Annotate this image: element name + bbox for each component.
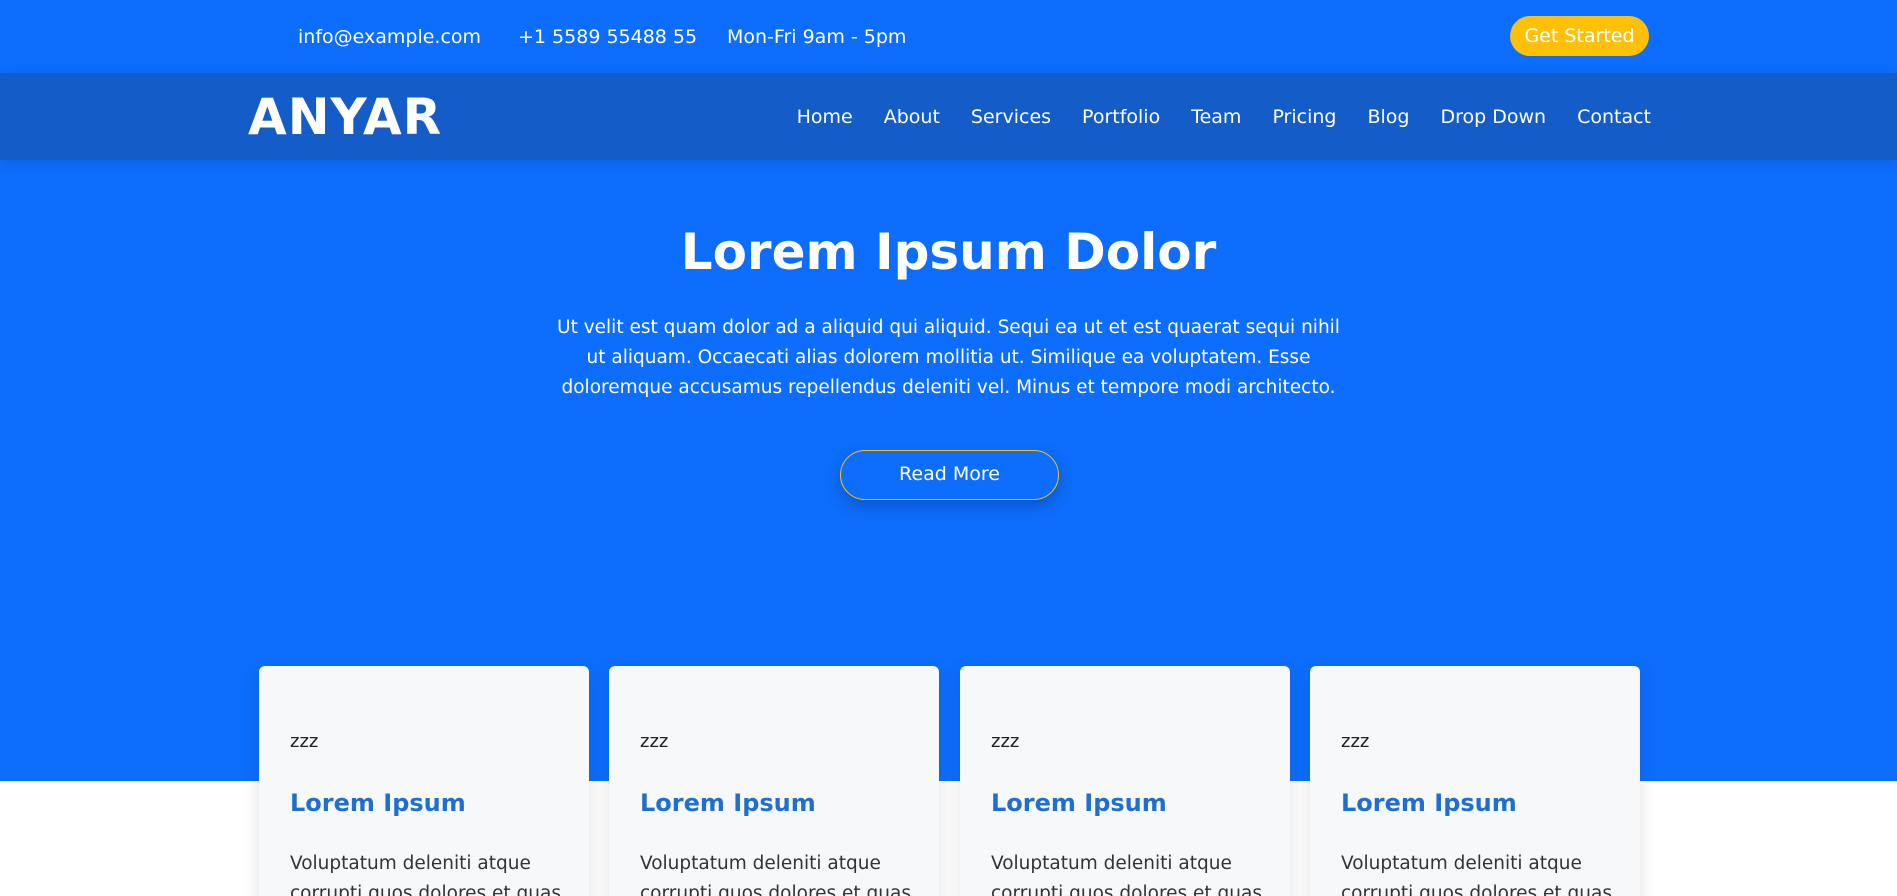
nav-item-drop-down[interactable]: Drop Down bbox=[1440, 104, 1546, 130]
card-text: Voluptatum deleniti atque corrupti quos … bbox=[640, 853, 912, 896]
nav-item-pricing[interactable]: Pricing bbox=[1272, 104, 1336, 130]
get-started-button[interactable]: Get Started bbox=[1510, 16, 1649, 56]
card-icon-text: zzz bbox=[991, 731, 1020, 752]
contact-phone[interactable]: +1 5589 55488 55 bbox=[518, 24, 697, 50]
feature-cards: zzz Lorem Ipsum Voluptatum deleniti atqu… bbox=[0, 666, 1897, 896]
read-more-button[interactable]: Read More bbox=[840, 450, 1059, 500]
top-bar: info@example.com +1 5589 55488 55 Mon-Fr… bbox=[0, 0, 1897, 73]
card-text: Voluptatum deleniti atque corrupti quos … bbox=[290, 853, 562, 896]
contact-email[interactable]: info@example.com bbox=[298, 24, 481, 50]
feature-card: zzz Lorem Ipsum Voluptatum deleniti atqu… bbox=[259, 666, 589, 896]
card-title[interactable]: Lorem Ipsum bbox=[290, 787, 466, 819]
nav-item-portfolio[interactable]: Portfolio bbox=[1082, 104, 1160, 130]
nav-item-contact[interactable]: Contact bbox=[1577, 104, 1651, 130]
card-title[interactable]: Lorem Ipsum bbox=[640, 787, 816, 819]
header: ANYAR Home About Services Portfolio Team… bbox=[0, 73, 1897, 160]
feature-card: zzz Lorem Ipsum Voluptatum deleniti atqu… bbox=[1310, 666, 1640, 896]
logo[interactable]: ANYAR bbox=[248, 85, 442, 149]
card-title[interactable]: Lorem Ipsum bbox=[991, 787, 1167, 819]
business-hours: Mon-Fri 9am - 5pm bbox=[727, 26, 907, 48]
card-text: Voluptatum deleniti atque corrupti quos … bbox=[991, 853, 1263, 896]
hero-description: Ut velit est quam dolor ad a aliquid qui… bbox=[557, 317, 1340, 398]
feature-card: zzz Lorem Ipsum Voluptatum deleniti atqu… bbox=[609, 666, 939, 896]
page: info@example.com +1 5589 55488 55 Mon-Fr… bbox=[0, 0, 1897, 896]
card-icon-text: zzz bbox=[640, 731, 669, 752]
nav-item-home[interactable]: Home bbox=[797, 104, 853, 130]
nav-item-team[interactable]: Team bbox=[1191, 104, 1241, 130]
main-nav: Home About Services Portfolio Team Prici… bbox=[797, 73, 1651, 160]
card-icon-text: zzz bbox=[290, 731, 319, 752]
nav-item-about[interactable]: About bbox=[884, 104, 940, 130]
hero-title: Lorem Ipsum Dolor bbox=[680, 223, 1217, 281]
nav-item-blog[interactable]: Blog bbox=[1367, 104, 1409, 130]
card-text: Voluptatum deleniti atque corrupti quos … bbox=[1341, 853, 1613, 896]
feature-card: zzz Lorem Ipsum Voluptatum deleniti atqu… bbox=[960, 666, 1290, 896]
nav-item-services[interactable]: Services bbox=[971, 104, 1051, 130]
card-icon-text: zzz bbox=[1341, 731, 1370, 752]
card-title[interactable]: Lorem Ipsum bbox=[1341, 787, 1517, 819]
